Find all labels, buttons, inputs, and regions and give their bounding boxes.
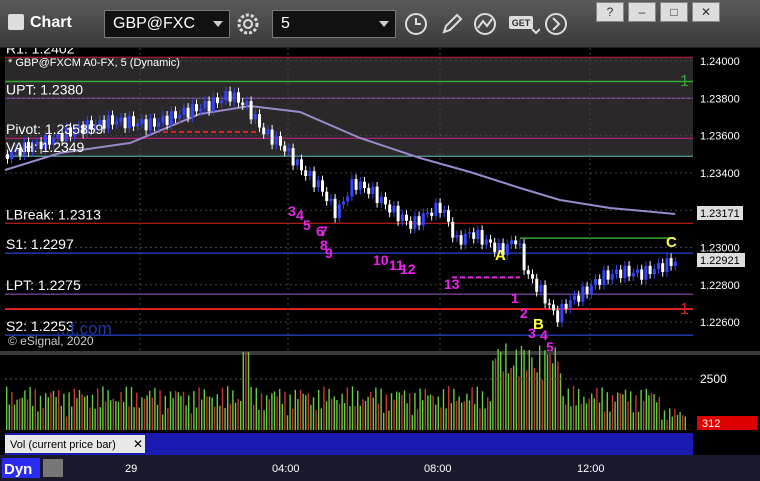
toolbar: Chart GBP@FXC 5 GET ? – □ ✕: [0, 0, 760, 48]
close-button[interactable]: ✕: [692, 2, 720, 22]
volume-label: Vol (current price bar): [10, 439, 116, 451]
price-chart[interactable]: * GBP@FXCM A0-FX, 5 (Dynamic) R1: 1.2402…: [0, 48, 760, 481]
settings-gear-icon[interactable]: [234, 10, 262, 38]
time-tick-0800: 08:00: [424, 463, 452, 475]
value-area-zone: [5, 58, 693, 155]
volume-tick: 2500: [700, 372, 727, 386]
interval-combo[interactable]: 5: [272, 10, 396, 38]
symbol-value: GBP@FXC: [113, 15, 196, 32]
target-marker-top: 1: [680, 73, 689, 90]
help-button[interactable]: ?: [596, 2, 624, 22]
pencil-icon[interactable]: [438, 10, 466, 38]
time-tick-1200: 12:00: [577, 463, 605, 475]
target-marker-bottom: 1: [680, 301, 689, 318]
level-label: S1: 1.2297: [6, 236, 74, 252]
time-axis[interactable]: [0, 455, 760, 481]
symbol-combo[interactable]: GBP@FXC: [104, 10, 230, 38]
count-3: 3: [288, 203, 296, 219]
close-pane-icon[interactable]: ✕: [133, 437, 143, 451]
volume-value: 312: [702, 418, 720, 430]
count-10: 10: [373, 252, 389, 268]
svg-text:GET: GET: [512, 18, 531, 28]
window-title: Chart: [30, 14, 72, 31]
chart-app-icon: [8, 14, 24, 30]
price-tick: 1.24000: [700, 56, 740, 68]
time-tick-0400: 04:00: [272, 463, 300, 475]
copyright: © eSignal, 2020: [8, 334, 94, 348]
get-data-icon[interactable]: GET: [506, 10, 541, 38]
count-9: 9: [325, 245, 333, 261]
level-label: LBreak: 1.2313: [6, 206, 101, 222]
price-tick: 1.22600: [700, 317, 740, 329]
last-price: 1.22921: [700, 255, 740, 267]
level-label: LPT: 1.2275: [6, 277, 81, 293]
maximize-button[interactable]: □: [660, 2, 688, 22]
current-badge: 1.23171: [700, 208, 740, 220]
price-tick: 1.23400: [700, 168, 740, 180]
level-label: VAH: 1.2349: [6, 139, 85, 155]
annotation-c: C: [666, 234, 677, 251]
price-tick: 1.23000: [700, 243, 740, 255]
annotation-a: A: [495, 247, 506, 264]
count-13: 13: [444, 276, 460, 292]
level-label: UPT: 1.2380: [6, 81, 83, 97]
price-tick: 1.22800: [700, 280, 740, 292]
level-label: R1: 1.2402: [6, 48, 75, 56]
chevron-down-icon[interactable]: [379, 21, 389, 27]
price-tick: 1.23800: [700, 93, 740, 105]
time-tick-29: 29: [125, 463, 137, 475]
count-2b: 2: [520, 305, 528, 321]
dynamic-label: Dyn: [4, 461, 32, 478]
count-5: 5: [303, 217, 311, 233]
clock-icon[interactable]: [402, 10, 430, 38]
link-icon[interactable]: [43, 459, 63, 477]
count-1b: 1: [511, 290, 519, 306]
scroll-right-icon[interactable]: [542, 10, 570, 38]
pane-separator[interactable]: [0, 351, 760, 355]
count-3b: 3: [528, 325, 536, 341]
price-tick: 1.23600: [700, 131, 740, 143]
study-label: * GBP@FXCM A0-FX, 5 (Dynamic): [8, 57, 180, 69]
level-label: Pivot: 1.235859: [6, 121, 104, 137]
count-12: 12: [400, 261, 416, 277]
interval-value: 5: [281, 15, 290, 32]
minimize-button[interactable]: –: [628, 2, 656, 22]
chevron-down-icon[interactable]: [213, 21, 223, 27]
study-icon[interactable]: [472, 10, 500, 38]
